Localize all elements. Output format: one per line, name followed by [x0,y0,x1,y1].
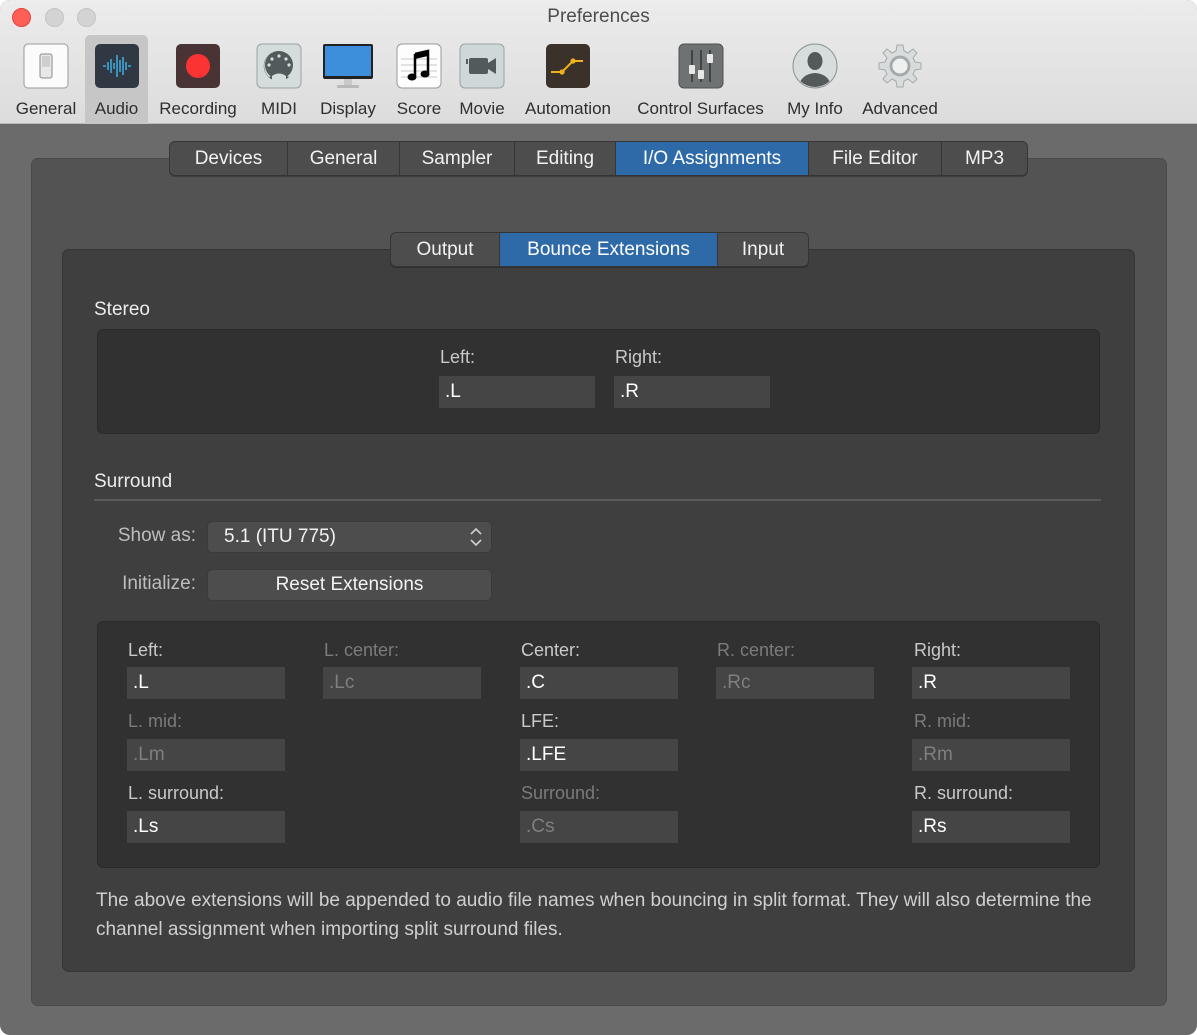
surround-format-value: 5.1 (ITU 775) [224,526,336,547]
gear-icon [877,43,923,89]
updown-chevron-icon [469,525,483,549]
toolbar-item-label: Automation [525,99,611,118]
left-channel-field[interactable]: .L [127,667,285,699]
toolbar-item-my-info[interactable]: My Info [781,35,849,124]
stereo-left-label: Left: [440,347,476,367]
surround-format-popup[interactable]: 5.1 (ITU 775) [207,521,492,553]
l-surround-field[interactable]: .Ls [127,811,285,843]
r-center-field: .Rc [716,667,874,699]
toolbar-item-audio[interactable]: Audio [85,35,148,124]
lfe-field[interactable]: .LFE [520,739,678,771]
tab-editing[interactable]: Editing [515,142,616,175]
surround-section-title: Surround [94,471,173,492]
toolbar-item-label: MIDI [261,99,297,118]
l-mid-label: L. mid: [128,711,183,731]
toolbar-item-midi[interactable]: MIDI [252,35,306,124]
surround-label: Surround: [521,783,601,803]
left-channel-label: Left: [128,640,164,660]
subtab-bounce-extensions[interactable]: Bounce Extensions [500,233,718,266]
subtab-output[interactable]: Output [391,233,500,266]
l-mid-field: .Lm [127,739,285,771]
toolbar-item-general[interactable]: General [8,35,84,124]
show-as-label: Show as: [117,525,196,546]
record-icon [175,43,221,89]
right-channel-label: Right: [914,640,962,660]
r-mid-field: .Rm [912,739,1070,771]
toolbar-item-label: Control Surfaces [637,99,764,118]
stereo-left-field[interactable]: .L [439,376,595,408]
io-subtab-bar: Output Bounce Extensions Input [390,232,809,267]
toolbar-item-label: Recording [159,99,237,118]
stereo-section-title: Stereo [94,299,150,320]
surround-field: .Cs [520,811,678,843]
initialize-label: Initialize: [122,573,196,594]
preferences-tab-bar: Devices General Sampler Editing I/O Assi… [169,141,1028,176]
preferences-window: Preferences General Audio Recording MIDI… [0,0,1197,1035]
waveform-icon [94,43,140,89]
window-title: Preferences [547,6,650,27]
stereo-right-label: Right: [615,347,663,367]
lfe-label: LFE: [521,711,560,731]
tab-devices[interactable]: Devices [170,142,288,175]
toolbar-item-display[interactable]: Display [314,35,382,124]
music-note-icon [396,43,442,89]
l-center-field: .Lc [323,667,481,699]
subtab-input[interactable]: Input [718,233,808,266]
l-center-label: L. center: [324,640,400,660]
stereo-right-field[interactable]: .R [614,376,770,408]
tab-general[interactable]: General [288,142,400,175]
surround-divider [94,499,1101,501]
center-label: Center: [521,640,581,660]
r-mid-label: R. mid: [914,711,972,731]
r-surround-field[interactable]: .Rs [912,811,1070,843]
faders-icon [678,43,724,89]
r-surround-label: R. surround: [914,783,1014,803]
toolbar-item-label: Display [320,99,376,118]
midi-connector-icon [256,43,302,89]
r-center-label: R. center: [717,640,796,660]
tab-mp3[interactable]: MP3 [942,142,1027,175]
toolbar-item-label: Movie [459,99,505,118]
toolbar-item-movie[interactable]: Movie [455,35,509,124]
user-silhouette-icon [792,43,838,89]
l-surround-label: L. surround: [128,783,225,803]
right-channel-field[interactable]: .R [912,667,1070,699]
title-bar: Preferences General Audio Recording MIDI… [0,0,1197,124]
toolbar-item-label: My Info [787,99,843,118]
center-field[interactable]: .C [520,667,678,699]
toolbar-item-score[interactable]: Score [392,35,446,124]
automation-curve-icon [545,43,591,89]
toolbar-item-recording[interactable]: Recording [152,35,244,124]
stereo-group [97,329,1100,434]
toolbar-item-automation[interactable]: Automation [518,35,618,124]
monitor-icon [321,43,375,89]
video-camera-icon [459,43,505,89]
toolbar-item-label: Advanced [862,99,938,118]
extensions-description: The above extensions will be appended to… [96,890,1092,940]
toolbar-item-label: General [15,99,77,118]
tab-sampler[interactable]: Sampler [400,142,515,175]
toolbar-item-label: Score [396,99,442,118]
tab-io-assignments[interactable]: I/O Assignments [616,142,809,175]
toolbar-item-label: Audio [94,99,139,118]
reset-extensions-button[interactable]: Reset Extensions [207,569,492,601]
tab-file-editor[interactable]: File Editor [809,142,942,175]
toolbar-item-control-surfaces[interactable]: Control Surfaces [628,35,773,124]
toolbar-item-advanced[interactable]: Advanced [856,35,944,124]
switch-icon [23,43,69,89]
